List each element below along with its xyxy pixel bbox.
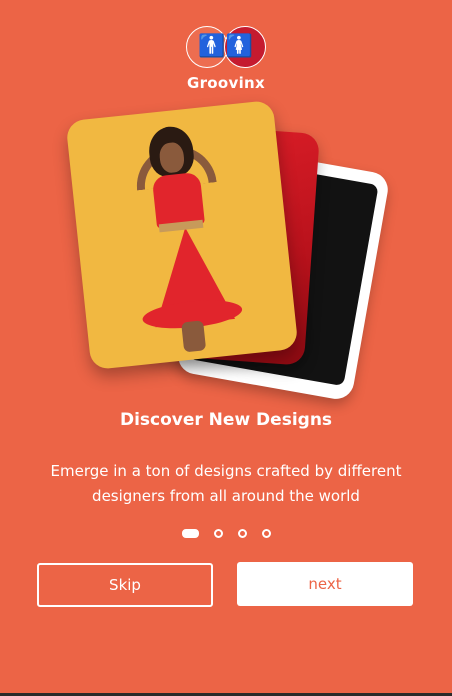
page-indicator <box>0 529 452 538</box>
brand-name: Groovinx <box>187 74 265 92</box>
logo-mark: 🚹 🚺 <box>186 26 266 68</box>
onboarding-illustration <box>65 99 391 402</box>
woman-figure-icon: 🚺 <box>225 34 253 59</box>
skip-button[interactable]: Skip <box>37 563 213 607</box>
onboarding-description: Emerge in a ton of designs crafted by di… <box>50 462 402 505</box>
onboarding-title: Discover New Designs <box>119 410 333 430</box>
design-card-front <box>65 99 299 371</box>
logo-circle-left: 🚹 <box>186 26 228 68</box>
page-dot[interactable] <box>213 529 223 538</box>
page-dot-active[interactable] <box>181 529 199 538</box>
man-figure-icon: 🚹 <box>198 34 226 59</box>
page-dot[interactable] <box>261 529 271 538</box>
model-figure <box>117 121 251 363</box>
brand-logo: 🚹 🚺 Groovinx <box>0 26 452 92</box>
logo-circle-right: 🚺 <box>224 26 266 68</box>
next-button[interactable]: next <box>237 562 413 606</box>
page-dot[interactable] <box>237 529 247 538</box>
